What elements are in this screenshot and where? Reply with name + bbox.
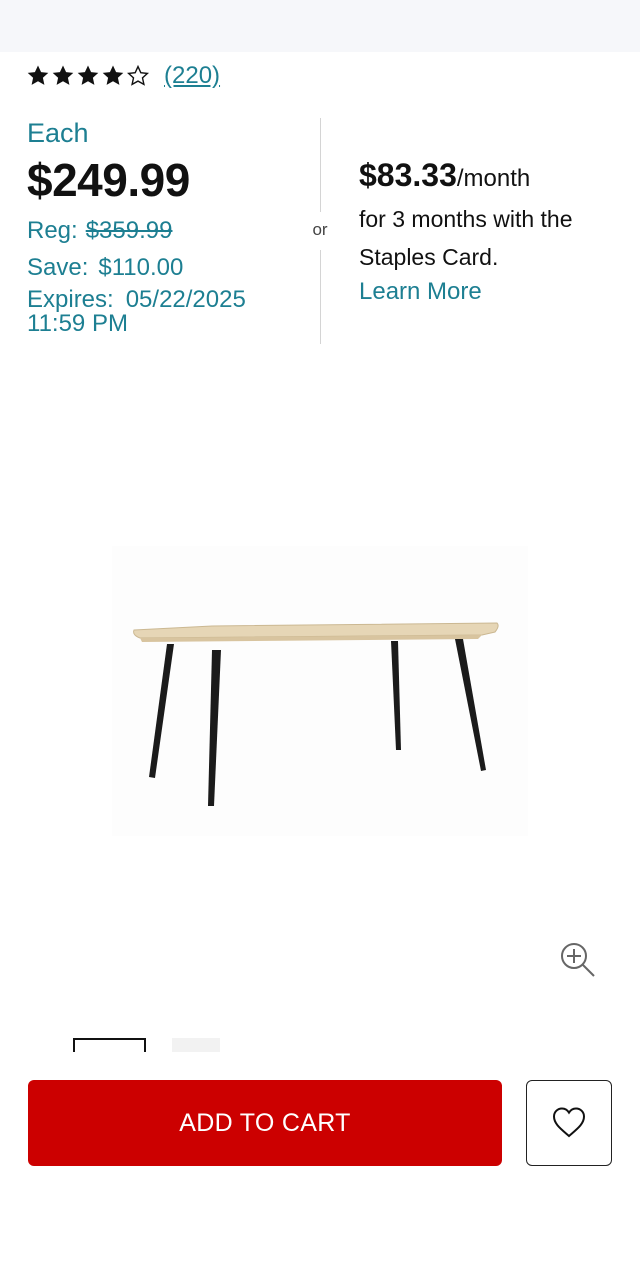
table-illustration [133, 622, 499, 806]
monthly-amount: $83.33 [359, 157, 457, 193]
price-block: Each $249.99 Reg: $359.99 Save: $110.00 Ex… [27, 116, 307, 336]
or-separator: or [312, 220, 328, 239]
divider [320, 250, 321, 344]
divider [320, 118, 321, 212]
top-bar [0, 0, 640, 52]
financing-description: for 3 months with the Staples Card. [359, 200, 629, 276]
star-filled-icon [102, 65, 124, 85]
financing-line-2: Staples Card. [359, 244, 499, 270]
star-empty-icon [126, 64, 150, 86]
product-image[interactable] [112, 546, 528, 836]
savings-value: $110.00 [98, 254, 184, 281]
thumbnail-selected[interactable] [73, 1038, 146, 1052]
zoom-button[interactable] [556, 938, 600, 982]
review-count-link[interactable]: (220) [164, 62, 220, 90]
expires-line: Expires: 05/22/2025 11:59 PM [27, 288, 307, 336]
monthly-payment: $83.33/month [359, 154, 629, 200]
add-to-cart-button[interactable]: ADD TO CART [28, 1080, 502, 1166]
thumbnail[interactable] [172, 1038, 220, 1052]
star-filled-icon [27, 65, 49, 85]
each-label: Each [27, 118, 89, 148]
current-price: $249.99 [27, 154, 190, 206]
zoom-in-icon [561, 943, 595, 977]
expires-label: Expires: [27, 286, 114, 313]
heart-icon [552, 1107, 586, 1138]
regular-price-value: $359.99 [85, 217, 173, 244]
star-filled-icon [52, 65, 74, 85]
savings-line: Save: $110.00 [27, 253, 307, 283]
regular-price-label: Reg: [27, 217, 78, 244]
savings-label: Save: [27, 254, 89, 281]
expires-time: 11:59 PM [27, 310, 128, 337]
product-rating[interactable]: (220) [26, 60, 220, 92]
star-filled-icon [77, 65, 99, 85]
wishlist-button[interactable] [526, 1080, 612, 1166]
financing-offer: $83.33/month for 3 months with the Stapl… [359, 154, 629, 308]
per-month-label: /month [456, 165, 531, 192]
regular-price-line: Reg: $359.99 [27, 216, 307, 246]
expires-date: 05/22/2025 [125, 286, 246, 313]
financing-line-1: for 3 months with the [359, 206, 573, 232]
rating-stars [26, 64, 150, 88]
learn-more-link[interactable]: Learn More [359, 276, 482, 308]
